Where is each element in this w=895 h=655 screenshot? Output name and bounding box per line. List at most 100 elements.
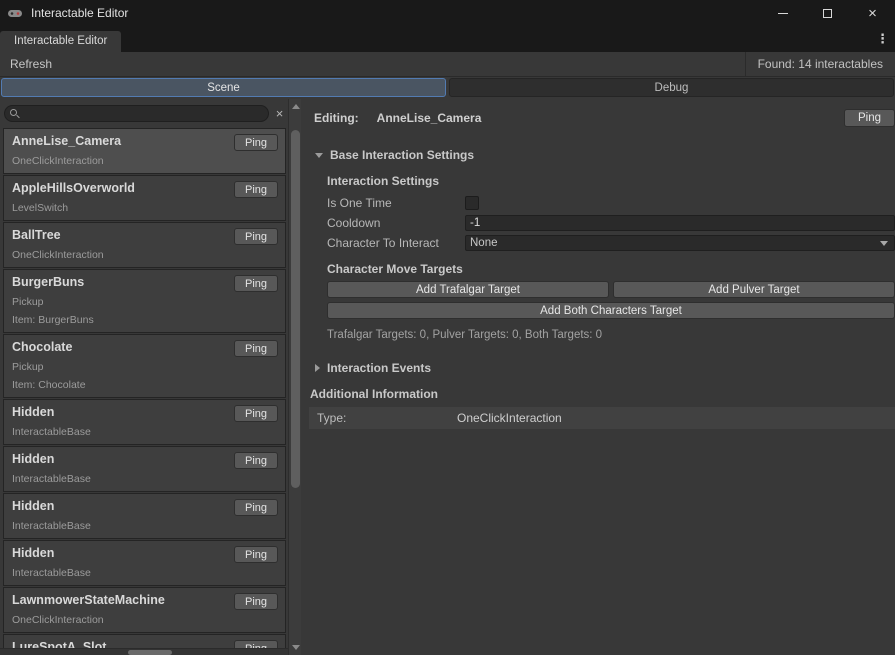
window-controls: ×: [760, 0, 895, 26]
horizontal-scrollbar[interactable]: [0, 648, 288, 655]
character-to-interact-row: Character To Interact None: [327, 233, 895, 253]
is-one-time-checkbox[interactable]: [465, 196, 479, 210]
foldout-interaction-events[interactable]: Interaction Events: [315, 361, 895, 375]
interactable-list: AnneLise_Camera OneClickInteraction Ping…: [0, 126, 288, 655]
maximize-icon: [823, 9, 832, 18]
is-one-time-row: Is One Time: [327, 193, 895, 213]
additional-information-header: Additional Information: [310, 387, 895, 401]
item-name: BallTree: [12, 228, 227, 243]
cooldown-row: Cooldown -1: [327, 213, 895, 233]
list-item[interactable]: LawnmowerStateMachine OneClickInteractio…: [3, 587, 286, 633]
is-one-time-label: Is One Time: [327, 196, 465, 210]
list-item[interactable]: Hidden InteractableBase Ping: [3, 446, 286, 492]
minimize-icon: [778, 13, 788, 14]
scroll-up-icon[interactable]: [292, 104, 300, 109]
list-item[interactable]: Chocolate Pickup Item: Chocolate Ping: [3, 334, 286, 398]
item-subtitle: InteractableBase: [12, 567, 227, 579]
ping-button[interactable]: Ping: [234, 181, 278, 198]
list-item[interactable]: Hidden InteractableBase Ping: [3, 399, 286, 445]
item-subtitle: Pickup: [12, 361, 227, 373]
maximize-button[interactable]: [805, 0, 850, 26]
character-to-interact-label: Character To Interact: [327, 236, 465, 250]
interactable-editor-window: Interactable Editor × Interactable Edito…: [0, 0, 895, 655]
search-row: ×: [0, 99, 288, 126]
item-subtitle: Item: BurgerBuns: [12, 314, 227, 326]
type-value: OneClickInteraction: [457, 411, 562, 425]
item-name: BurgerBuns: [12, 275, 227, 290]
item-subtitle: LevelSwitch: [12, 202, 227, 214]
vertical-scrollbar-thumb[interactable]: [291, 130, 300, 488]
ping-button[interactable]: Ping: [234, 452, 278, 469]
item-name: Hidden: [12, 546, 227, 561]
view-tabs: Scene Debug: [0, 77, 895, 99]
ping-button[interactable]: Ping: [234, 405, 278, 422]
item-name: AnneLise_Camera: [12, 134, 227, 149]
list-item[interactable]: Hidden InteractableBase Ping: [3, 540, 286, 586]
ping-button[interactable]: Ping: [234, 593, 278, 610]
item-subtitle: Pickup: [12, 296, 227, 308]
dropdown-arrow-icon: [880, 241, 888, 246]
target-buttons-row: Add Trafalgar Target Add Pulver Target: [327, 281, 895, 298]
character-to-interact-dropdown[interactable]: None: [465, 235, 895, 251]
character-move-targets-header: Character Move Targets: [327, 262, 895, 276]
foldout-open-arrow-icon: [315, 153, 323, 158]
base-settings-section: Interaction Settings Is One Time Cooldow…: [327, 174, 895, 341]
titlebar: Interactable Editor ×: [0, 0, 895, 26]
editing-label: Editing:: [314, 111, 359, 125]
ping-button[interactable]: Ping: [234, 340, 278, 357]
item-name: Hidden: [12, 452, 227, 467]
ping-button[interactable]: Ping: [234, 134, 278, 151]
item-name: Hidden: [12, 499, 227, 514]
cooldown-field[interactable]: -1: [465, 215, 895, 231]
tab-debug[interactable]: Debug: [449, 78, 894, 97]
found-count-label: Found: 14 interactables: [745, 52, 895, 76]
minimize-button[interactable]: [760, 0, 805, 26]
search-input[interactable]: [4, 105, 269, 122]
search-icon: [10, 109, 17, 116]
document-tabstrip: Interactable Editor ⋮: [0, 26, 895, 52]
foldout-base-interaction-settings[interactable]: Base Interaction Settings: [315, 148, 895, 162]
toolbar: Refresh Found: 14 interactables: [0, 52, 895, 77]
tab-scene[interactable]: Scene: [1, 78, 446, 97]
ping-button[interactable]: Ping: [234, 499, 278, 516]
foldout-label: Base Interaction Settings: [330, 148, 474, 162]
item-subtitle: InteractableBase: [12, 426, 227, 438]
search-clear-button[interactable]: ×: [273, 107, 286, 120]
ping-button[interactable]: Ping: [844, 109, 895, 127]
scene-list-panel: × AnneLise_Camera OneClickInteraction Pi…: [0, 99, 301, 655]
item-subtitle: OneClickInteraction: [12, 155, 227, 167]
close-icon: ×: [868, 6, 877, 21]
foldout-label: Interaction Events: [327, 361, 431, 375]
kebab-menu-icon[interactable]: ⋮: [876, 31, 895, 52]
item-subtitle: InteractableBase: [12, 520, 227, 532]
item-name: Hidden: [12, 405, 227, 420]
cooldown-label: Cooldown: [327, 216, 465, 230]
item-name: AppleHillsOverworld: [12, 181, 227, 196]
ping-button[interactable]: Ping: [234, 275, 278, 292]
search-box: [4, 105, 269, 122]
ping-button[interactable]: Ping: [234, 228, 278, 245]
list-item[interactable]: Hidden InteractableBase Ping: [3, 493, 286, 539]
add-both-characters-target-button[interactable]: Add Both Characters Target: [327, 302, 895, 319]
tab-interactable-editor[interactable]: Interactable Editor: [0, 31, 121, 52]
vertical-scrollbar[interactable]: [288, 99, 301, 655]
main-area: × AnneLise_Camera OneClickInteraction Pi…: [0, 99, 895, 655]
scroll-down-icon[interactable]: [292, 645, 300, 650]
item-subtitle: OneClickInteraction: [12, 614, 227, 626]
add-trafalgar-target-button[interactable]: Add Trafalgar Target: [327, 281, 609, 298]
item-subtitle: OneClickInteraction: [12, 249, 227, 261]
list-item[interactable]: BallTree OneClickInteraction Ping: [3, 222, 286, 268]
list-item[interactable]: AppleHillsOverworld LevelSwitch Ping: [3, 175, 286, 221]
close-button[interactable]: ×: [850, 0, 895, 26]
window-title: Interactable Editor: [31, 6, 128, 20]
list-item[interactable]: AnneLise_Camera OneClickInteraction Ping: [3, 128, 286, 174]
item-name: LawnmowerStateMachine: [12, 593, 227, 608]
horizontal-scrollbar-thumb[interactable]: [128, 650, 172, 655]
type-row: Type: OneClickInteraction: [309, 407, 895, 429]
list-item[interactable]: BurgerBuns Pickup Item: BurgerBuns Ping: [3, 269, 286, 333]
item-name: Chocolate: [12, 340, 227, 355]
add-pulver-target-button[interactable]: Add Pulver Target: [613, 281, 895, 298]
ping-button[interactable]: Ping: [234, 546, 278, 563]
foldout-collapsed-arrow-icon: [315, 364, 320, 372]
refresh-button[interactable]: Refresh: [0, 52, 62, 76]
